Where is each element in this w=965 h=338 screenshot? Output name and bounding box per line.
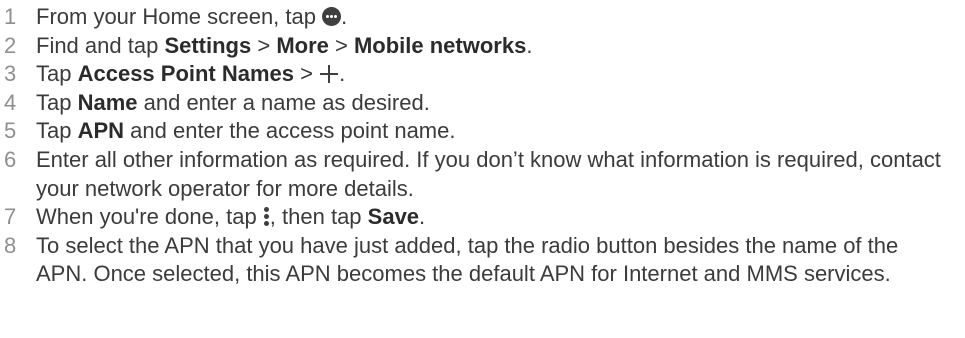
step-number: 8	[4, 232, 17, 258]
step-3: 3 Tap Access Point Names > .	[0, 60, 965, 89]
more-label: More	[276, 32, 329, 58]
step-number: 4	[4, 89, 17, 115]
step-8: 8 To select the APN that you have just a…	[0, 232, 965, 289]
step-text: Enter all other information as required.…	[36, 146, 948, 201]
apps-icon	[322, 6, 342, 26]
step-number: 7	[4, 204, 17, 230]
apn-label: APN	[77, 118, 125, 144]
mobile-networks-label: Mobile networks	[353, 32, 527, 58]
step-text: Tap Access Point Names > .	[36, 61, 346, 87]
step-number: 2	[4, 32, 17, 58]
step-number: 1	[4, 4, 17, 29]
name-label: Name	[77, 89, 138, 115]
step-2: 2 Find and tap Settings > More > Mobile …	[0, 32, 965, 61]
step-text: When you're done, tap , then tap Save.	[36, 204, 426, 230]
step-5: 5 Tap APN and enter the access point nam…	[0, 117, 965, 146]
step-number: 3	[4, 61, 17, 87]
step-7: 7 When you're done, tap , then tap Save.	[0, 203, 965, 232]
add-icon	[319, 64, 339, 84]
step-text: To select the APN that you have just add…	[36, 232, 904, 287]
step-6: 6 Enter all other information as require…	[0, 146, 965, 203]
step-1: 1 From your Home screen, tap .	[0, 3, 965, 32]
step-text: Find and tap Settings > More > Mobile ne…	[36, 32, 533, 58]
step-4: 4 Tap Name and enter a name as desired.	[0, 89, 965, 118]
step-text: Tap APN and enter the access point name.	[36, 118, 456, 144]
access-point-names-label: Access Point Names	[77, 61, 295, 87]
step-text: Tap Name and enter a name as desired.	[36, 89, 430, 115]
step-text: From your Home screen, tap .	[36, 4, 348, 29]
step-number: 5	[4, 118, 17, 144]
save-label: Save	[367, 204, 420, 230]
settings-label: Settings	[164, 32, 252, 58]
step-number: 6	[4, 146, 17, 172]
more-options-icon	[263, 206, 270, 227]
instruction-steps: 1 From your Home screen, tap . 2 Find an…	[0, 0, 965, 338]
